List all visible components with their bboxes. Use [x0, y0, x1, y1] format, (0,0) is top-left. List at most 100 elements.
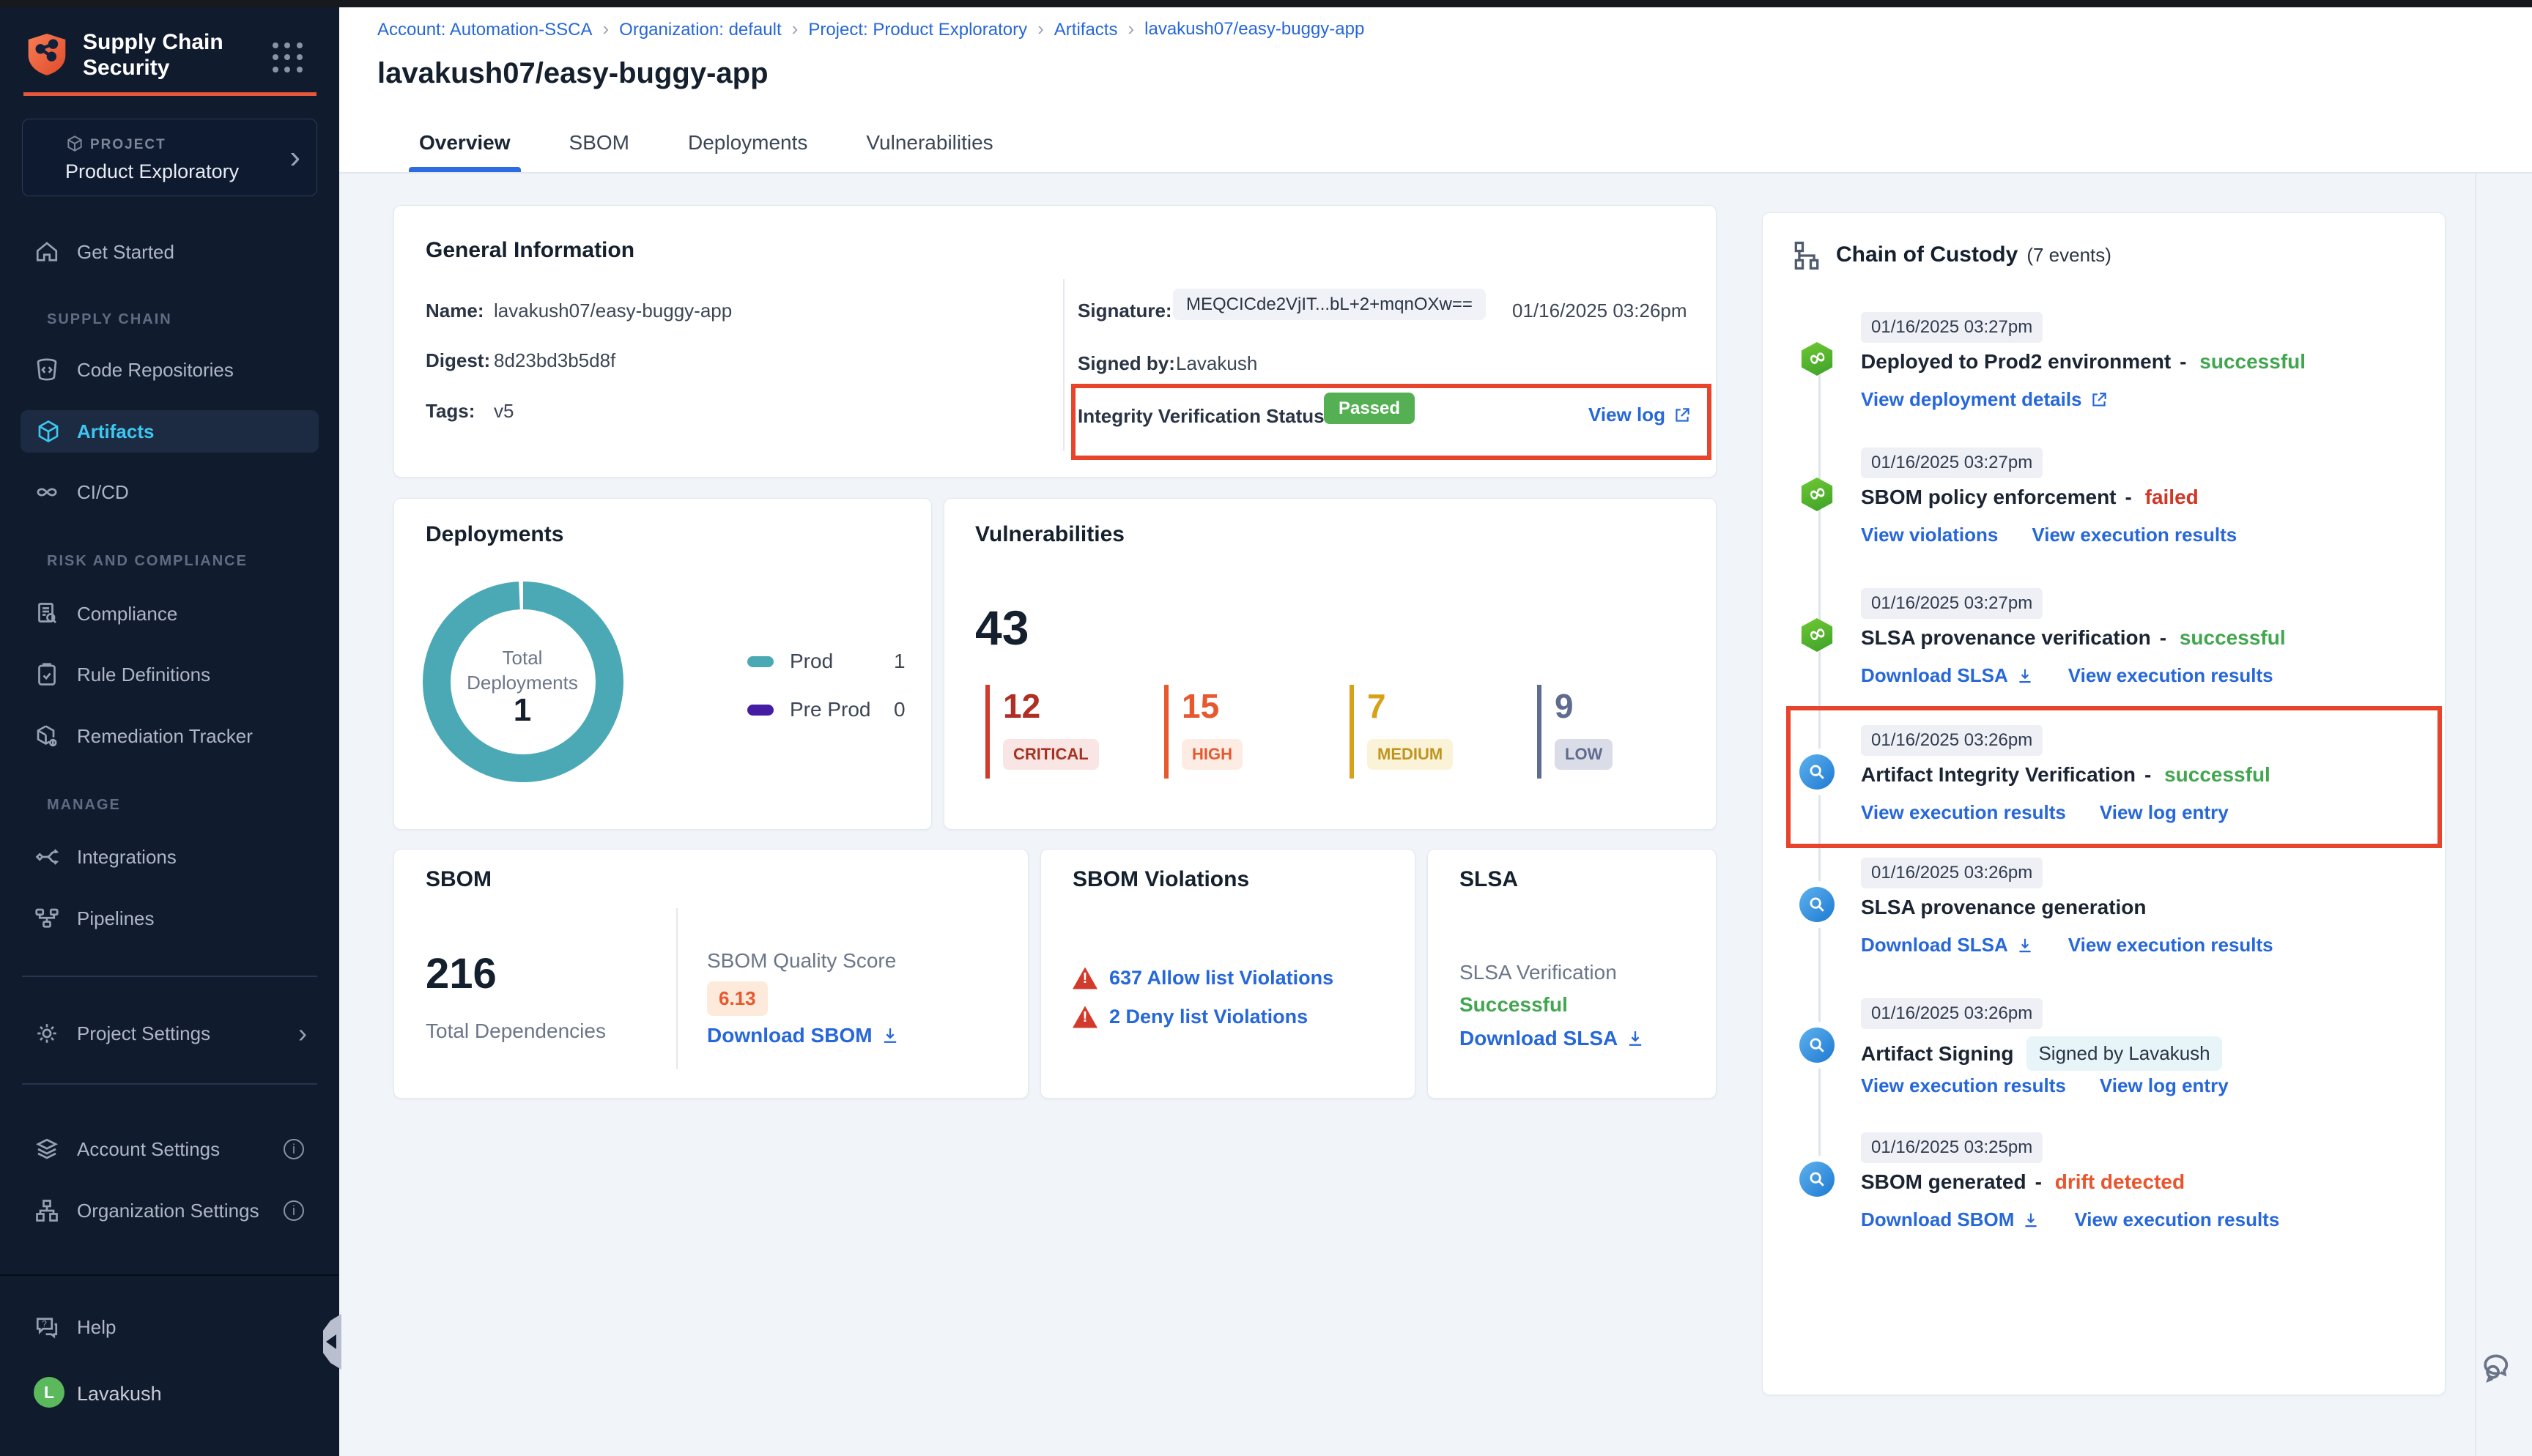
download-sbom-link[interactable]: Download SBOM	[707, 1024, 900, 1047]
allow-list-violations-link[interactable]: 637 Allow list Violations	[1109, 967, 1333, 989]
view-log-link[interactable]: View log	[1588, 404, 1692, 426]
project-label: PROJECT	[90, 137, 166, 153]
info-icon[interactable]: i	[284, 1139, 304, 1159]
user-avatar[interactable]: L	[34, 1377, 64, 1408]
sbom-quality-score-label: SBOM Quality Score	[707, 949, 896, 973]
download-icon	[2015, 666, 2035, 686]
view-deployment-details-link[interactable]: View deployment details	[1861, 388, 2109, 411]
view-execution-results-link[interactable]: View execution results	[1861, 801, 2066, 824]
ssca-scan-icon	[1799, 1028, 1835, 1063]
info-icon[interactable]: i	[284, 1200, 304, 1221]
event-status: drift detected	[2035, 1170, 2185, 1194]
sidebar-item-artifacts[interactable]: Artifacts	[21, 410, 319, 453]
window-top-strip	[0, 0, 2532, 7]
chain-event-sbom-generated: 01/16/2025 03:25pm SBOM generateddrift d…	[1861, 1132, 2425, 1257]
high-badge: HIGH	[1182, 739, 1243, 770]
sidebar-item-pipelines[interactable]: Pipelines	[0, 902, 339, 935]
digest-value: 8d23bd3b5d8f	[494, 349, 615, 372]
breadcrumb-artifacts[interactable]: Artifacts	[1054, 18, 1134, 40]
event-status: successful	[2180, 350, 2306, 374]
support-chat-icon[interactable]	[2482, 1349, 2519, 1386]
ssca-scan-icon	[1799, 887, 1835, 922]
sidebar-footer	[0, 1274, 339, 1456]
prod-legend-swatch	[747, 656, 774, 667]
breadcrumb-account[interactable]: Account: Automation-SSCA	[377, 18, 609, 40]
home-icon	[34, 239, 60, 265]
sidebar-item-organization-settings[interactable]: Organization Settings i	[0, 1195, 339, 1227]
tab-deployments[interactable]: Deployments	[678, 131, 818, 172]
breadcrumb-artifact-name[interactable]: lavakush07/easy-buggy-app	[1144, 19, 1364, 40]
critical-badge: CRITICAL	[1003, 739, 1099, 770]
breadcrumb: Account: Automation-SSCA Organization: d…	[377, 18, 1364, 40]
legend-item-prod: Prod 1	[747, 650, 908, 673]
sidebar-item-integrations[interactable]: Integrations	[0, 841, 339, 873]
event-status: failed	[2125, 486, 2199, 509]
remediation-tracker-icon	[34, 723, 60, 749]
legend-item-pre-prod: Pre Prod 0	[747, 698, 908, 721]
chain-of-custody-hierarchy-icon	[1791, 239, 1823, 272]
page-title: lavakush07/easy-buggy-app	[377, 57, 769, 90]
slsa-title: SLSA	[1459, 867, 1518, 892]
download-slsa-link[interactable]: Download SLSA	[1861, 934, 2035, 957]
event-timestamp: 01/16/2025 03:26pm	[1861, 998, 2043, 1029]
donut-center-label: Total Deployments 1	[449, 645, 596, 723]
tab-vulnerabilities[interactable]: Vulnerabilities	[856, 131, 1003, 172]
sidebar-item-remediation-tracker[interactable]: Remediation Tracker	[0, 720, 339, 752]
deny-list-violations-link[interactable]: 2 Deny list Violations	[1109, 1006, 1308, 1028]
sidebar-item-account-settings[interactable]: Account Settings i	[0, 1133, 339, 1165]
user-name[interactable]: Lavakush	[77, 1383, 162, 1405]
project-cube-icon	[65, 134, 84, 153]
pre-prod-legend-swatch	[747, 705, 774, 716]
view-execution-results-link[interactable]: View execution results	[1861, 1074, 2066, 1097]
view-violations-link[interactable]: View violations	[1861, 524, 1998, 546]
project-selector[interactable]: PROJECT Product Exploratory ›	[22, 119, 317, 196]
medium-count: 7	[1367, 686, 1386, 726]
sidebar-item-cicd[interactable]: CI/CD	[0, 476, 339, 508]
tab-overview[interactable]: Overview	[409, 131, 521, 172]
sbom-title: SBOM	[426, 867, 492, 892]
pre-prod-count: 0	[894, 698, 906, 721]
tab-bar: Overview SBOM Deployments Vulnerabilitie…	[409, 131, 1004, 172]
event-timestamp: 01/16/2025 03:26pm	[1861, 858, 2043, 888]
view-execution-results-link[interactable]: View execution results	[2074, 1208, 2279, 1231]
cicd-infinity-icon	[34, 479, 60, 505]
vulnerabilities-card: Vulnerabilities 43 12 CRITICAL 15 HIGH 7…	[944, 498, 1717, 830]
event-timestamp: 01/16/2025 03:27pm	[1861, 588, 2043, 619]
sidebar-item-compliance[interactable]: Compliance	[0, 598, 339, 630]
view-log-entry-link[interactable]: View log entry	[2100, 801, 2229, 824]
total-dependencies-label: Total Dependencies	[426, 1019, 606, 1043]
download-slsa-link[interactable]: Download SLSA	[1459, 1027, 1646, 1050]
download-sbom-link[interactable]: Download SBOM	[1861, 1208, 2040, 1231]
event-timestamp: 01/16/2025 03:27pm	[1861, 447, 2043, 478]
tab-sbom[interactable]: SBOM	[559, 131, 640, 172]
external-link-icon	[2089, 390, 2109, 409]
breadcrumb-project[interactable]: Project: Product Exploratory	[808, 18, 1043, 40]
sidebar-item-rule-definitions[interactable]: Rule Definitions	[0, 658, 339, 691]
signature-label: Signature:	[1078, 300, 1172, 322]
view-execution-results-link[interactable]: View execution results	[2068, 934, 2273, 957]
compliance-doc-icon	[34, 601, 60, 627]
chain-event-sbom-policy: ∞ 01/16/2025 03:27pm SBOM policy enforce…	[1861, 447, 2425, 572]
sbom-violations-title: SBOM Violations	[1073, 867, 1249, 892]
view-execution-results-link[interactable]: View execution results	[2068, 664, 2273, 687]
section-label-supply-chain: SUPPLY CHAIN	[47, 311, 172, 328]
sidebar-item-code-repositories[interactable]: Code Repositories	[0, 354, 339, 386]
signature-value: MEQCICde2VjIT...bL+2+mqnOXw==	[1173, 289, 1486, 320]
accent-divider	[23, 92, 316, 96]
event-status: successful	[2144, 763, 2270, 787]
sidebar-item-get-started[interactable]: Get Started	[0, 236, 339, 268]
sidebar-item-help[interactable]: ? Help	[0, 1311, 339, 1343]
sidebar-item-project-settings[interactable]: Project Settings ›	[0, 1017, 339, 1050]
view-log-entry-link[interactable]: View log entry	[2100, 1074, 2229, 1097]
external-link-icon	[1673, 406, 1692, 425]
medium-badge: MEDIUM	[1367, 739, 1453, 770]
chain-events-count: (7 events)	[2026, 244, 2111, 266]
breadcrumb-organization[interactable]: Organization: default	[619, 18, 798, 40]
module-grid-icon[interactable]	[273, 42, 303, 73]
view-execution-results-link[interactable]: View execution results	[2032, 524, 2237, 546]
code-repositories-icon	[34, 357, 60, 383]
help-chat-icon: ?	[34, 1314, 60, 1340]
download-slsa-link[interactable]: Download SLSA	[1861, 664, 2035, 687]
gear-icon	[34, 1020, 60, 1047]
integrations-icon	[34, 844, 60, 870]
